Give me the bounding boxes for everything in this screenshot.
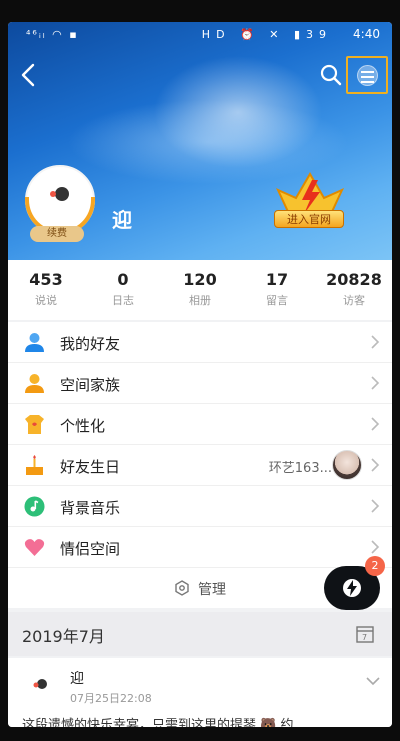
stat-label: 留言 (266, 294, 288, 307)
calendar-icon[interactable]: 7 (356, 625, 374, 643)
back-button[interactable] (18, 62, 40, 88)
stat-value: 17 (265, 270, 289, 289)
stat-posts[interactable]: 453 说说 (8, 270, 84, 308)
friends-icon (25, 333, 44, 352)
timeline-date: 2019年7月 (22, 627, 105, 646)
menu-item-label: 空间家族 (60, 376, 121, 394)
chevron-right-icon (371, 335, 380, 349)
phone-frame: ⁴⁶ᵢₗ ◠ ▪ HD ⏰ ✕ ▮39 4:40 续费 迎 进入官网 453 说… (0, 0, 400, 741)
birthday-friend-name: 环艺163... (268, 461, 332, 476)
lightning-icon (343, 579, 361, 597)
chevron-right-icon (371, 499, 380, 513)
chevron-right-icon (371, 417, 380, 431)
post-author: 迎 (70, 671, 84, 687)
hexagon-gear-icon (175, 580, 189, 596)
feed-post[interactable]: 迎 07月25日22:08 这段遗憾的快乐幸宴，只需到这里的提琴 🐻 约 (8, 658, 392, 727)
stat-label: 日志 (112, 294, 134, 307)
music-icon (24, 496, 45, 517)
manage-label: 管理 (198, 582, 226, 598)
stat-label: 相册 (189, 294, 211, 307)
friend-avatar (332, 450, 362, 480)
more-menu-button[interactable] (346, 56, 388, 94)
chevron-right-icon (371, 376, 380, 390)
stat-value: 0 (117, 270, 129, 289)
menu-line (361, 71, 374, 73)
avatar-image (50, 187, 69, 201)
notification-count-badge: 2 (365, 556, 385, 576)
stat-messages[interactable]: 17 留言 (239, 270, 315, 308)
family-icon (25, 374, 44, 393)
profile-menu-list: 我的好友 空间家族 个性化 好友生日 环艺163... 背景音乐 情侣空间 (8, 322, 392, 568)
stat-blogs[interactable]: 0 日志 (85, 270, 161, 308)
menu-item-label: 情侣空间 (60, 540, 121, 558)
menu-item-label: 背景音乐 (60, 499, 121, 517)
stat-label: 说说 (35, 294, 57, 307)
quick-action-button[interactable]: 2 (324, 556, 385, 610)
stats-bar: 453 说说 0 日志 120 相册 17 留言 20828 访客 (8, 260, 392, 320)
user-avatar (33, 679, 47, 689)
profile-avatar[interactable] (25, 165, 95, 235)
status-icons: HD ⏰ ✕ ▮39 (201, 28, 332, 41)
menu-item-friends[interactable]: 我的好友 (8, 322, 392, 363)
chevron-right-icon (371, 540, 380, 554)
menu-item-music[interactable]: 背景音乐 (8, 486, 392, 527)
clock: 4:40 (353, 27, 380, 41)
signal-indicators: ⁴⁶ᵢₗ ◠ ▪ (26, 28, 79, 41)
search-button[interactable] (320, 64, 342, 86)
menu-item-label: 好友生日 (60, 458, 121, 476)
birthday-icon (26, 455, 43, 475)
stat-value: 120 (183, 270, 217, 289)
post-text: 这段遗憾的快乐幸宴，只需到这里的提琴 🐻 约 (22, 718, 294, 727)
menu-line (361, 76, 374, 78)
stat-value: 20828 (326, 270, 382, 289)
profile-nickname: 迎 (112, 208, 132, 232)
chevron-down-icon[interactable] (366, 676, 380, 686)
stat-albums[interactable]: 120 相册 (162, 270, 238, 308)
menu-item-birthday[interactable]: 好友生日 环艺163... (8, 445, 392, 486)
renew-badge[interactable]: 续费 (30, 226, 84, 242)
app-screen: ⁴⁶ᵢₗ ◠ ▪ HD ⏰ ✕ ▮39 4:40 续费 迎 进入官网 453 说… (8, 22, 392, 727)
stat-visitors[interactable]: 20828 访客 (316, 270, 392, 308)
post-time: 07月25日22:08 (70, 692, 152, 705)
menu-line (361, 81, 374, 83)
menu-item-label: 我的好友 (60, 335, 121, 353)
svg-text:7: 7 (362, 633, 367, 642)
heart-icon (24, 539, 45, 556)
back-arrow-icon (21, 63, 35, 87)
timeline-date-row: 2019年7月 7 (8, 612, 392, 656)
vip-entry-label[interactable]: 进入官网 (274, 210, 344, 228)
chevron-right-icon (371, 458, 380, 472)
personalize-icon (25, 415, 44, 434)
menu-item-personalize[interactable]: 个性化 (8, 404, 392, 445)
menu-item-couple[interactable]: 情侣空间 (8, 527, 392, 568)
stat-label: 访客 (343, 294, 365, 307)
stat-value: 453 (29, 270, 63, 289)
menu-item-family[interactable]: 空间家族 (8, 363, 392, 404)
search-icon (320, 64, 342, 86)
menu-item-label: 个性化 (60, 417, 106, 435)
status-bar: ⁴⁶ᵢₗ ◠ ▪ HD ⏰ ✕ ▮39 4:40 (8, 22, 392, 48)
